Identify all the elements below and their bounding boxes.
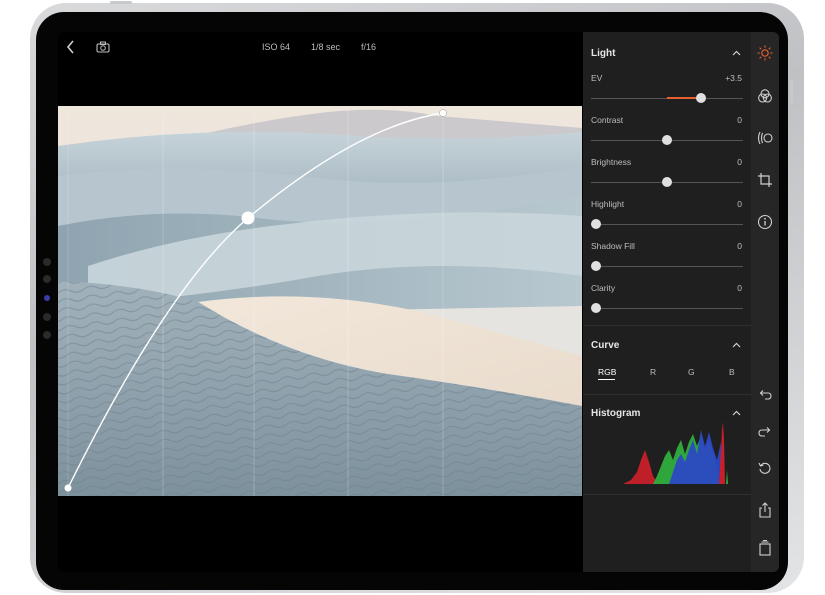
top-bar: ISO 64 1/8 sec f/16 bbox=[58, 32, 583, 62]
slider-value: 0 bbox=[737, 283, 742, 293]
slider-thumb[interactable] bbox=[662, 177, 672, 187]
color-icon[interactable] bbox=[757, 88, 773, 104]
slider-thumb[interactable] bbox=[591, 219, 601, 229]
aperture-readout: f/16 bbox=[361, 42, 377, 52]
camera-icon[interactable] bbox=[96, 41, 110, 53]
curve-point-black[interactable] bbox=[64, 484, 72, 492]
vignette-icon[interactable] bbox=[757, 130, 773, 146]
curve-point-white[interactable] bbox=[439, 109, 447, 117]
slider-label: EV bbox=[591, 73, 603, 83]
iso-readout: ISO 64 bbox=[262, 42, 291, 52]
slider-label: Contrast bbox=[591, 115, 624, 125]
volume-button bbox=[110, 1, 132, 4]
photo-canvas[interactable] bbox=[58, 106, 582, 496]
slider-thumb[interactable] bbox=[662, 135, 672, 145]
crop-icon[interactable] bbox=[757, 172, 773, 188]
layers-icon[interactable] bbox=[757, 540, 773, 556]
reset-icon[interactable] bbox=[757, 460, 773, 476]
tab-underline bbox=[598, 379, 615, 380]
slider-thumb[interactable] bbox=[591, 261, 601, 271]
redo-icon[interactable] bbox=[757, 424, 773, 440]
info-icon[interactable] bbox=[757, 214, 773, 230]
page-indicators bbox=[43, 258, 51, 339]
adjustments-panel: Light EV +3.5 Contrast 0 Brightness 0 Hi… bbox=[583, 32, 751, 572]
light-section-title: Light bbox=[591, 48, 616, 59]
share-icon[interactable] bbox=[757, 502, 773, 518]
slider-track[interactable] bbox=[591, 224, 743, 225]
slider-value: 0 bbox=[737, 115, 742, 125]
curve-point-mid[interactable] bbox=[241, 211, 255, 225]
tab-r[interactable]: R bbox=[650, 367, 656, 377]
slider-value: +3.5 bbox=[725, 73, 742, 83]
curve-collapse-icon[interactable] bbox=[732, 342, 741, 348]
sun-icon[interactable] bbox=[757, 45, 773, 61]
section-divider bbox=[583, 325, 751, 326]
slider-label: Brightness bbox=[591, 157, 632, 167]
curve-section-title: Curve bbox=[591, 340, 620, 351]
section-divider bbox=[583, 394, 751, 395]
section-divider bbox=[583, 494, 751, 495]
slider-thumb[interactable] bbox=[591, 303, 601, 313]
histogram-section-title: Histogram bbox=[591, 408, 641, 419]
back-chevron-icon[interactable] bbox=[66, 40, 76, 54]
slider-track[interactable] bbox=[591, 266, 743, 267]
light-collapse-icon[interactable] bbox=[732, 50, 741, 56]
slider-track[interactable] bbox=[591, 308, 743, 309]
histogram-graph bbox=[623, 422, 728, 484]
slider-thumb[interactable] bbox=[696, 93, 706, 103]
slider-value: 0 bbox=[737, 241, 742, 251]
tab-g[interactable]: G bbox=[688, 367, 695, 377]
slider-label: Clarity bbox=[591, 283, 616, 293]
tab-b[interactable]: B bbox=[729, 367, 735, 377]
tone-curve-overlay[interactable] bbox=[58, 106, 582, 496]
tab-rgb[interactable]: RGB bbox=[598, 367, 616, 377]
undo-icon[interactable] bbox=[757, 387, 773, 403]
power-button bbox=[790, 80, 793, 104]
histogram-collapse-icon[interactable] bbox=[732, 410, 741, 416]
app-screen: ISO 64 1/8 sec f/16 Light EV +3.5 Contra… bbox=[58, 32, 779, 572]
tool-rail bbox=[751, 32, 779, 572]
shutter-readout: 1/8 sec bbox=[311, 42, 341, 52]
slider-label: Shadow Fill bbox=[591, 241, 635, 251]
slider-value: 0 bbox=[737, 199, 742, 209]
slider-label: Highlight bbox=[591, 199, 625, 209]
slider-value: 0 bbox=[737, 157, 742, 167]
